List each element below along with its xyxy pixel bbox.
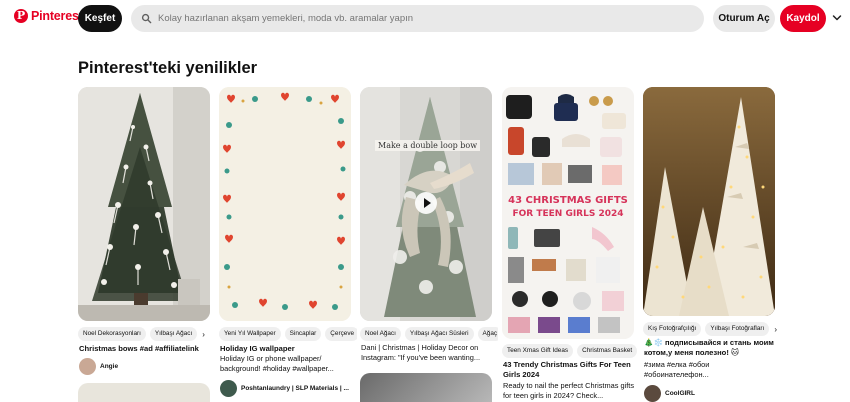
- tag-chip[interactable]: Kış Fotoğrafçılığı: [643, 322, 702, 336]
- pinterest-logo-icon: P: [14, 9, 28, 23]
- avatar: [79, 358, 96, 375]
- explore-button[interactable]: Keşfet: [78, 5, 122, 32]
- tag-list: Noel Dekorasyonları Yılbaşı Ağacı ›: [78, 327, 216, 341]
- tag-list: Noel Ağacı Yılbaşı Ağacı Süsleri Ağaç: [360, 327, 498, 341]
- pin-title[interactable]: Christmas bows #ad #affiliatelink: [79, 344, 211, 354]
- avatar: [644, 385, 661, 402]
- tag-chip[interactable]: Ağaç: [477, 327, 498, 341]
- pin-description: Dani | Christmas | Holiday Decor on Inst…: [361, 343, 481, 362]
- pin-image[interactable]: [643, 87, 775, 316]
- tag-chip[interactable]: Sincaplar: [284, 327, 322, 341]
- pin-image-next[interactable]: [360, 373, 492, 402]
- tag-chip[interactable]: Yılbaşı Ağacı Süsleri: [404, 327, 474, 341]
- chevron-down-icon[interactable]: [831, 12, 843, 24]
- video-overlay-label: Make a double loop bow: [375, 140, 481, 151]
- author-name: Poshtanlaundry | SLP Materials | ...: [241, 385, 349, 392]
- tag-chip[interactable]: Teen Xmas Gift Ideas: [502, 344, 574, 358]
- tag-chip[interactable]: Yılbaşı Ağacı: [149, 327, 198, 341]
- section-title: Pinterest'teki yenilikler: [78, 59, 258, 77]
- pin-image[interactable]: 43 CHRISTMAS GIFTS FOR TEEN GIRLS 2024: [502, 87, 634, 339]
- chevron-right-icon[interactable]: ›: [202, 330, 205, 339]
- pin-author[interactable]: Angie: [79, 358, 118, 375]
- tag-chip[interactable]: Noel Ağacı: [360, 327, 401, 341]
- pin-image[interactable]: [78, 87, 210, 321]
- pinterest-logo[interactable]: P Pinterest: [14, 9, 83, 23]
- top-bar: P Pinterest Keşfet Oturum Aç Kaydol: [0, 0, 850, 38]
- tag-chip[interactable]: Yeni Yıl Wallpaper: [219, 327, 281, 341]
- tag-list: Teen Xmas Gift Ideas Christmas Basket: [502, 344, 640, 358]
- pin-description: Holiday IG or phone wallpaper/ backgroun…: [220, 354, 334, 373]
- search-icon: [141, 13, 152, 24]
- gift-headline-line1: 43 CHRISTMAS GIFTS: [508, 195, 628, 206]
- pin-title[interactable]: 43 Trendy Christmas Gifts For Teen Girls…: [503, 360, 635, 379]
- tag-chip[interactable]: Noel Dekorasyonları: [78, 327, 146, 341]
- play-icon[interactable]: [415, 192, 437, 214]
- pin-image-next[interactable]: [78, 383, 210, 402]
- pin-description: Ready to nail the perfect Christmas gift…: [503, 381, 635, 400]
- author-name: CoolGIRL: [665, 390, 695, 397]
- pin-title[interactable]: 🎄❄️ подписывайся и стань моим котом,у ме…: [644, 338, 776, 357]
- tag-chip[interactable]: Yılbaşı Fotoğrafları: [705, 322, 770, 336]
- pinterest-logo-text: Pinterest: [31, 9, 83, 23]
- pin-image[interactable]: Make a double loop bow: [360, 87, 492, 321]
- tag-chip[interactable]: Christmas Basket: [577, 344, 638, 358]
- tag-chip[interactable]: Çerçeve: [325, 327, 357, 341]
- gift-headline-line2: FOR TEEN GIRLS 2024: [512, 209, 623, 219]
- pin-image[interactable]: [219, 87, 351, 321]
- author-name: Angie: [100, 363, 119, 370]
- pin-author[interactable]: Poshtanlaundry | SLP Materials | ...: [220, 380, 349, 397]
- search-bar[interactable]: [131, 5, 704, 32]
- pin-title[interactable]: Holiday IG wallpaper: [220, 344, 352, 354]
- tag-list: Kış Fotoğrafçılığı Yılbaşı Fotoğrafları …: [643, 322, 781, 336]
- chevron-right-icon[interactable]: ›: [774, 325, 777, 334]
- avatar: [220, 380, 237, 397]
- search-input[interactable]: [158, 13, 698, 24]
- login-button[interactable]: Oturum Aç: [713, 5, 775, 32]
- pin-description: #зима #елка #обои #обоинателефон...: [644, 360, 710, 379]
- tag-list: Yeni Yıl Wallpaper Sincaplar Çerçeve: [219, 327, 357, 341]
- signup-button[interactable]: Kaydol: [780, 5, 826, 32]
- pin-author[interactable]: CoolGIRL: [644, 385, 695, 402]
